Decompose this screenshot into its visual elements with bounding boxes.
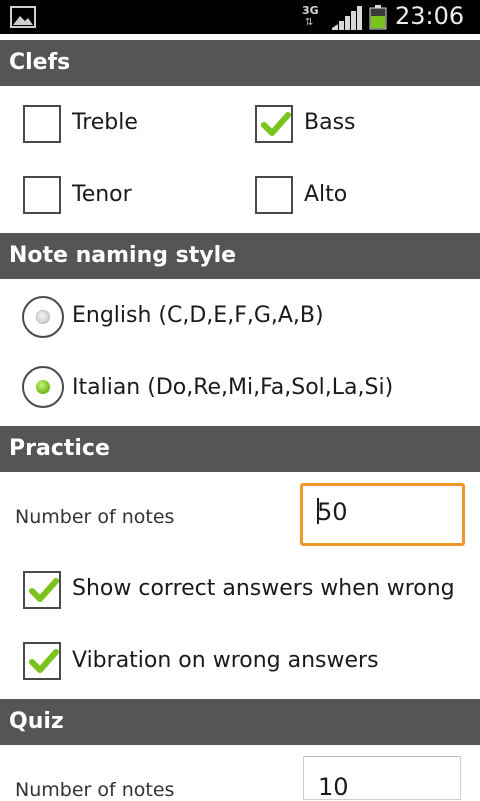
practice-number-of-notes-input[interactable]: 50 (300, 483, 465, 546)
quiz-number-of-notes-value: 10 (318, 773, 349, 801)
checkbox-label-treble: Treble (72, 110, 138, 135)
radio-label-italian: Italian (Do,Re,Mi,Fa,Sol,La,Si) (72, 375, 394, 400)
checkbox-label-show-correct-answers: Show correct answers when wrong (72, 576, 455, 601)
checkbox-vibration[interactable] (23, 642, 61, 680)
section-header-quiz: Quiz (0, 699, 480, 745)
clock: 23:06 (395, 2, 465, 30)
practice-number-of-notes-label: Number of notes (15, 506, 175, 528)
section-header-note-naming: Note naming style (0, 233, 480, 279)
practice-number-of-notes-value: 50 (317, 498, 348, 526)
radio-unselected-indicator (36, 310, 50, 324)
section-header-practice: Practice (0, 426, 480, 472)
battery-icon (369, 5, 387, 30)
checkbox-label-tenor: Tenor (72, 182, 132, 207)
radio-english[interactable] (22, 296, 64, 338)
status-bar: 3G ⇅ 23:06 (0, 0, 480, 34)
checkbox-label-vibration: Vibration on wrong answers (72, 648, 379, 673)
radio-label-english: English (C,D,E,F,G,A,B) (72, 303, 324, 328)
checkmark-icon (29, 578, 59, 602)
checkbox-alto[interactable] (255, 176, 293, 214)
radio-selected-indicator (36, 380, 50, 394)
radio-italian[interactable] (22, 366, 64, 408)
quiz-number-of-notes-label: Number of notes (15, 779, 175, 801)
quiz-number-of-notes-input[interactable]: 10 (303, 756, 461, 801)
signal-strength-icon (332, 6, 362, 30)
checkbox-tenor[interactable] (23, 176, 61, 214)
checkmark-icon (29, 649, 59, 673)
image-notification-icon (10, 6, 36, 28)
checkbox-label-alto: Alto (304, 182, 348, 207)
checkbox-label-bass: Bass (304, 110, 356, 135)
section-header-clefs: Clefs (0, 40, 480, 86)
checkbox-show-correct-answers[interactable] (23, 571, 61, 609)
network-3g-icon: 3G ⇅ (302, 4, 319, 28)
checkbox-bass[interactable] (255, 105, 293, 143)
checkbox-treble[interactable] (23, 105, 61, 143)
network-type-label: 3G (302, 4, 319, 17)
checkmark-icon (261, 112, 291, 136)
